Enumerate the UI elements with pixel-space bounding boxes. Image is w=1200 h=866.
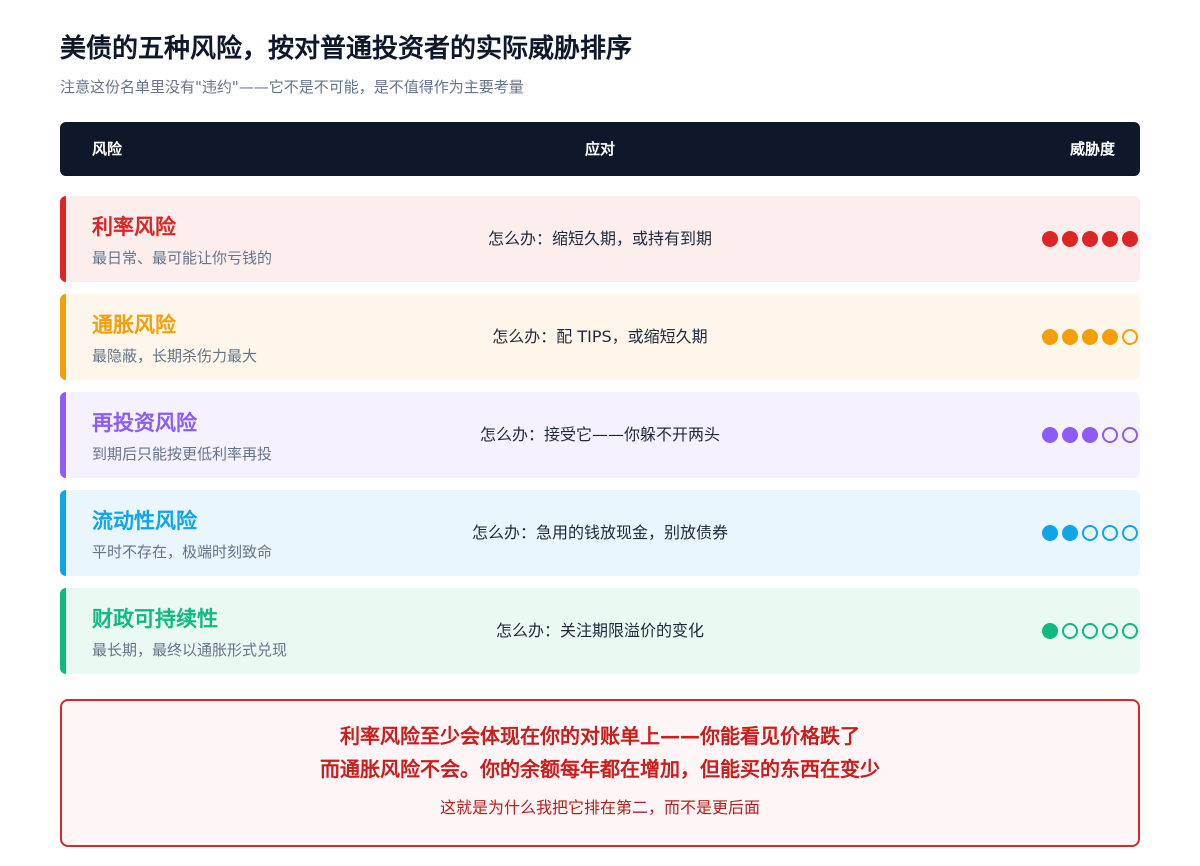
threat-rating <box>1042 623 1138 639</box>
risk-row: 利率风险 最日常、最可能让你亏钱的 怎么办：缩短久期，或持有到期 <box>60 196 1140 282</box>
page-subtitle: 注意这份名单里没有"违约"——它不是不可能，是不值得作为主要考量 <box>60 78 524 96</box>
threat-rating <box>1042 231 1138 247</box>
threat-dot-empty <box>1082 525 1098 541</box>
callout-line-1: 利率风险至少会体现在你的对账单上——你能看见价格跌了 <box>340 724 860 748</box>
threat-rating <box>1042 329 1138 345</box>
threat-dot-filled <box>1062 427 1078 443</box>
threat-dot-empty <box>1122 329 1138 345</box>
threat-dot-empty <box>1082 623 1098 639</box>
threat-dot-filled <box>1042 623 1058 639</box>
threat-dot-empty <box>1122 623 1138 639</box>
threat-dot-filled <box>1102 231 1118 247</box>
threat-dot-filled <box>1062 231 1078 247</box>
risk-row: 流动性风险 平时不存在，极端时刻致命 怎么办：急用的钱放现金，别放债券 <box>60 490 1140 576</box>
header-threat: 威胁度 <box>1069 140 1115 158</box>
threat-dot-filled <box>1042 525 1058 541</box>
risk-response: 怎么办：接受它——你躲不开两头 <box>479 425 720 444</box>
risk-response: 怎么办：缩短久期，或持有到期 <box>487 229 712 248</box>
threat-dot-filled <box>1042 427 1058 443</box>
threat-dot-filled <box>1062 525 1078 541</box>
threat-dot-empty <box>1102 427 1118 443</box>
threat-dot-filled <box>1082 427 1098 443</box>
threat-dot-empty <box>1122 427 1138 443</box>
risk-row: 再投资风险 到期后只能按更低利率再投 怎么办：接受它——你躲不开两头 <box>60 392 1140 478</box>
threat-dot-filled <box>1082 231 1098 247</box>
threat-dot-filled <box>1042 231 1058 247</box>
table-header: 风险 应对 威胁度 <box>60 122 1140 176</box>
header-response: 应对 <box>584 140 615 158</box>
threat-dot-filled <box>1062 329 1078 345</box>
threat-dot-empty <box>1062 623 1078 639</box>
risk-response: 怎么办：配 TIPS，或缩短久期 <box>492 327 708 346</box>
threat-dot-filled <box>1042 329 1058 345</box>
threat-dot-empty <box>1122 525 1138 541</box>
callout-line-2: 而通胀风险不会。你的余额每年都在增加，但能买的东西在变少 <box>320 757 880 781</box>
risk-row: 财政可持续性 最长期，最终以通胀形式兑现 怎么办：关注期限溢价的变化 <box>60 588 1140 674</box>
risk-row: 通胀风险 最隐蔽，长期杀伤力最大 怎么办：配 TIPS，或缩短久期 <box>60 294 1140 380</box>
page-title: 美债的五种风险，按对普通投资者的实际威胁排序 <box>60 34 633 64</box>
callout-box: 利率风险至少会体现在你的对账单上——你能看见价格跌了 而通胀风险不会。你的余额每… <box>60 699 1140 847</box>
threat-rating <box>1042 525 1138 541</box>
threat-dot-filled <box>1082 329 1098 345</box>
threat-dot-filled <box>1102 329 1118 345</box>
risk-response: 怎么办：急用的钱放现金，别放债券 <box>471 523 728 542</box>
threat-rating <box>1042 427 1138 443</box>
callout-line-3: 这就是为什么我把它排在第二，而不是更后面 <box>439 798 760 817</box>
threat-dot-filled <box>1122 231 1138 247</box>
threat-dot-empty <box>1102 525 1118 541</box>
risk-list: 利率风险 最日常、最可能让你亏钱的 怎么办：缩短久期，或持有到期 通胀风险 最隐… <box>60 196 1140 686</box>
risk-response: 怎么办：关注期限溢价的变化 <box>495 621 704 640</box>
threat-dot-empty <box>1102 623 1118 639</box>
